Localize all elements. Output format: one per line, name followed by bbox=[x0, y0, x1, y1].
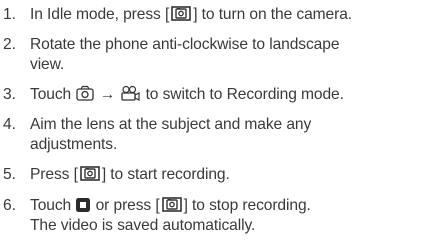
step-number: 2. bbox=[3, 36, 17, 53]
step-text: Touch or press [ ] to stop recording. bbox=[30, 196, 311, 218]
step-text-part: Touch bbox=[30, 86, 72, 103]
camera-key-icon bbox=[171, 6, 191, 26]
step-number: 4. bbox=[3, 116, 17, 133]
camera-key-icon bbox=[80, 166, 100, 186]
instruction-steps: 1. In Idle mode, press [ ] to turn on the… bbox=[0, 0, 427, 247]
step-text-part: In Idle mode, press [ bbox=[30, 6, 170, 23]
step-text-part: Touch bbox=[30, 197, 72, 214]
step-text-part: to switch to Recording mode. bbox=[145, 86, 344, 103]
step-text: Rotate the phone anti-clockwise to lands… bbox=[30, 36, 340, 53]
step-text: In Idle mode, press [ ] to turn on the ca… bbox=[30, 5, 352, 26]
stop-icon bbox=[75, 197, 91, 218]
step-text: Press [ ] to start recording. bbox=[30, 165, 230, 186]
step-text-part: ] to turn on the camera. bbox=[193, 6, 353, 23]
step-text-continued: view. bbox=[30, 56, 65, 73]
step-text: Aim the lens at the subject and make any bbox=[30, 116, 312, 133]
step-text: Touch → to switch to Recording mode. bbox=[30, 85, 344, 107]
step-text-continued: The video is saved automatically. bbox=[30, 217, 256, 234]
step-text-part: ] to start recording. bbox=[101, 166, 230, 183]
step-number: 3. bbox=[3, 86, 17, 103]
camera-mode-icon bbox=[75, 85, 95, 107]
step-text-part: ] to stop recording. bbox=[183, 197, 311, 214]
step-number: 1. bbox=[3, 6, 17, 23]
step-text-part: Press [ bbox=[30, 166, 78, 183]
arrow-icon: → bbox=[99, 86, 116, 103]
step-number: 5. bbox=[3, 166, 17, 183]
camcorder-mode-icon bbox=[119, 85, 141, 107]
camera-key-icon bbox=[161, 197, 182, 217]
step-text-continued: adjustments. bbox=[30, 136, 118, 153]
step-number: 6. bbox=[3, 197, 17, 214]
step-text-part: or press [ bbox=[95, 197, 160, 214]
